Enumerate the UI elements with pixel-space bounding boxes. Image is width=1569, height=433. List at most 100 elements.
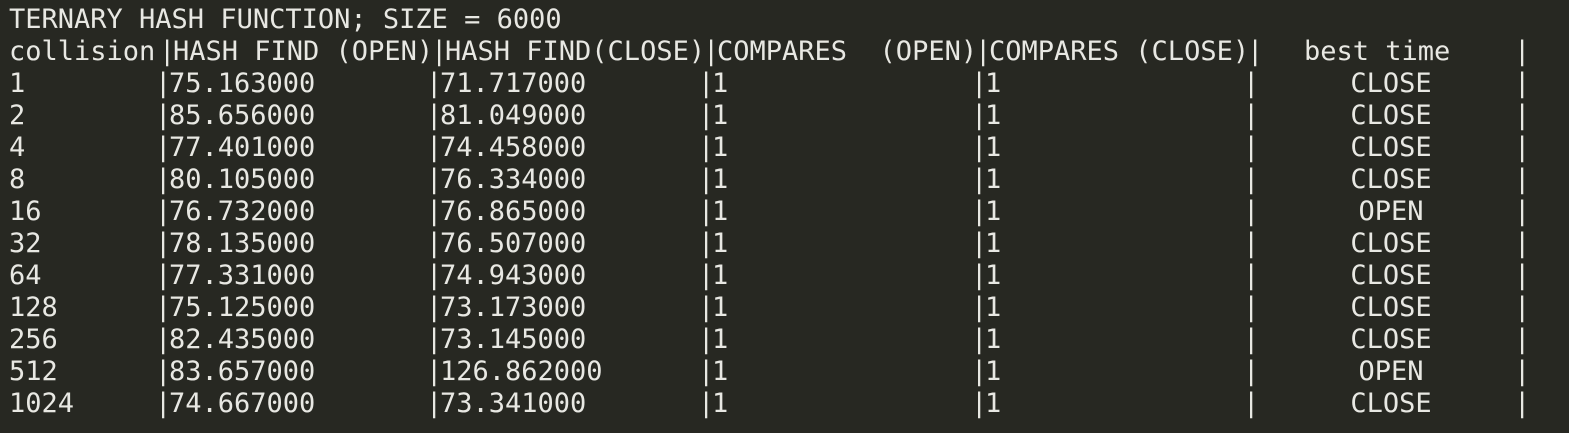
cell-compares-open: 1 <box>712 228 729 259</box>
column-separator: | <box>698 132 715 163</box>
header-hash-find-close: HASH FIND(CLOSE) <box>445 36 706 67</box>
column-separator: | <box>426 388 443 419</box>
cell-collision: 64 <box>9 260 42 291</box>
cell-collision: 4 <box>9 132 26 163</box>
column-separator: | <box>971 164 988 195</box>
column-separator: | <box>1514 68 1531 99</box>
cell-hash-find-close: 76.507000 <box>440 228 587 259</box>
cell-hash-find-open: 75.125000 <box>169 292 316 323</box>
column-separator: | <box>426 324 443 355</box>
cell-compares-open: 1 <box>712 68 729 99</box>
column-separator: | <box>1514 196 1531 227</box>
cell-collision: 128 <box>9 292 58 323</box>
cell-hash-find-open: 85.656000 <box>169 100 316 131</box>
column-separator: | <box>155 196 172 227</box>
cell-hash-find-open: 82.435000 <box>169 324 316 355</box>
column-separator: | <box>1514 356 1531 387</box>
cell-best-time: OPEN <box>1358 196 1424 227</box>
column-separator: | <box>155 388 172 419</box>
column-separator: | <box>1514 132 1531 163</box>
header-compares-close: COMPARES (CLOSE) <box>989 36 1250 67</box>
cell-hash-find-open: 83.657000 <box>169 356 316 387</box>
column-separator: | <box>155 68 172 99</box>
header-collision: collision <box>9 36 156 67</box>
column-separator: | <box>698 68 715 99</box>
cell-hash-find-open: 76.732000 <box>169 196 316 227</box>
column-separator: | <box>426 164 443 195</box>
column-separator: | <box>698 228 715 259</box>
cell-collision: 32 <box>9 228 42 259</box>
column-separator: | <box>698 196 715 227</box>
cell-hash-find-open: 75.163000 <box>169 68 316 99</box>
column-separator: | <box>1247 36 1264 67</box>
column-separator: | <box>155 100 172 131</box>
cell-hash-find-open: 77.331000 <box>169 260 316 291</box>
column-separator: | <box>155 324 172 355</box>
column-separator: | <box>698 356 715 387</box>
column-separator: | <box>155 228 172 259</box>
cell-hash-find-close: 126.862000 <box>440 356 603 387</box>
header-hash-find-open: HASH FIND (OPEN) <box>173 36 434 67</box>
cell-hash-find-open: 78.135000 <box>169 228 316 259</box>
column-separator: | <box>155 260 172 291</box>
column-separator: | <box>426 228 443 259</box>
cell-compares-open: 1 <box>712 388 729 419</box>
cell-best-time: CLOSE <box>1350 260 1432 291</box>
column-separator: | <box>1514 388 1531 419</box>
cell-hash-find-close: 73.145000 <box>440 324 587 355</box>
cell-best-time: CLOSE <box>1350 100 1432 131</box>
column-separator: | <box>971 132 988 163</box>
cell-collision: 16 <box>9 196 42 227</box>
cell-best-time: CLOSE <box>1350 164 1432 195</box>
column-separator: | <box>1514 164 1531 195</box>
cell-compares-close: 1 <box>985 164 1002 195</box>
column-separator: | <box>698 260 715 291</box>
column-separator: | <box>155 164 172 195</box>
column-separator: | <box>1243 100 1260 131</box>
cell-collision: 1024 <box>9 388 75 419</box>
cell-compares-open: 1 <box>712 100 729 131</box>
cell-compares-open: 1 <box>712 292 729 323</box>
cell-best-time: CLOSE <box>1350 388 1432 419</box>
cell-compares-open: 1 <box>712 260 729 291</box>
column-separator: | <box>698 100 715 131</box>
column-separator: | <box>1514 228 1531 259</box>
output-title: TERNARY HASH FUNCTION; SIZE = 6000 <box>9 4 562 35</box>
column-separator: | <box>1243 68 1260 99</box>
cell-compares-close: 1 <box>985 68 1002 99</box>
cell-hash-find-close: 76.334000 <box>440 164 587 195</box>
cell-hash-find-open: 74.667000 <box>169 388 316 419</box>
cell-compares-close: 1 <box>985 132 1002 163</box>
column-separator: | <box>426 100 443 131</box>
cell-hash-find-close: 73.341000 <box>440 388 587 419</box>
cell-compares-close: 1 <box>985 260 1002 291</box>
cell-best-time: CLOSE <box>1350 228 1432 259</box>
column-separator: | <box>1514 292 1531 323</box>
column-separator: | <box>1243 132 1260 163</box>
cell-compares-open: 1 <box>712 132 729 163</box>
cell-compares-close: 1 <box>985 100 1002 131</box>
column-separator: | <box>971 324 988 355</box>
cell-compares-open: 1 <box>712 164 729 195</box>
column-separator: | <box>1243 324 1260 355</box>
column-separator: | <box>426 356 443 387</box>
cell-collision: 256 <box>9 324 58 355</box>
column-separator: | <box>971 260 988 291</box>
column-separator: | <box>971 292 988 323</box>
column-separator: | <box>426 260 443 291</box>
column-separator: | <box>1514 260 1531 291</box>
column-separator: | <box>1243 388 1260 419</box>
column-separator: | <box>698 388 715 419</box>
cell-compares-close: 1 <box>985 356 1002 387</box>
column-separator: | <box>155 292 172 323</box>
cell-hash-find-close: 76.865000 <box>440 196 587 227</box>
column-separator: | <box>971 228 988 259</box>
cell-hash-find-close: 74.943000 <box>440 260 587 291</box>
column-separator: | <box>1243 260 1260 291</box>
cell-compares-close: 1 <box>985 228 1002 259</box>
cell-compares-close: 1 <box>985 292 1002 323</box>
column-separator: | <box>426 68 443 99</box>
cell-collision: 1 <box>9 68 26 99</box>
cell-best-time: CLOSE <box>1350 292 1432 323</box>
cell-collision: 512 <box>9 356 58 387</box>
